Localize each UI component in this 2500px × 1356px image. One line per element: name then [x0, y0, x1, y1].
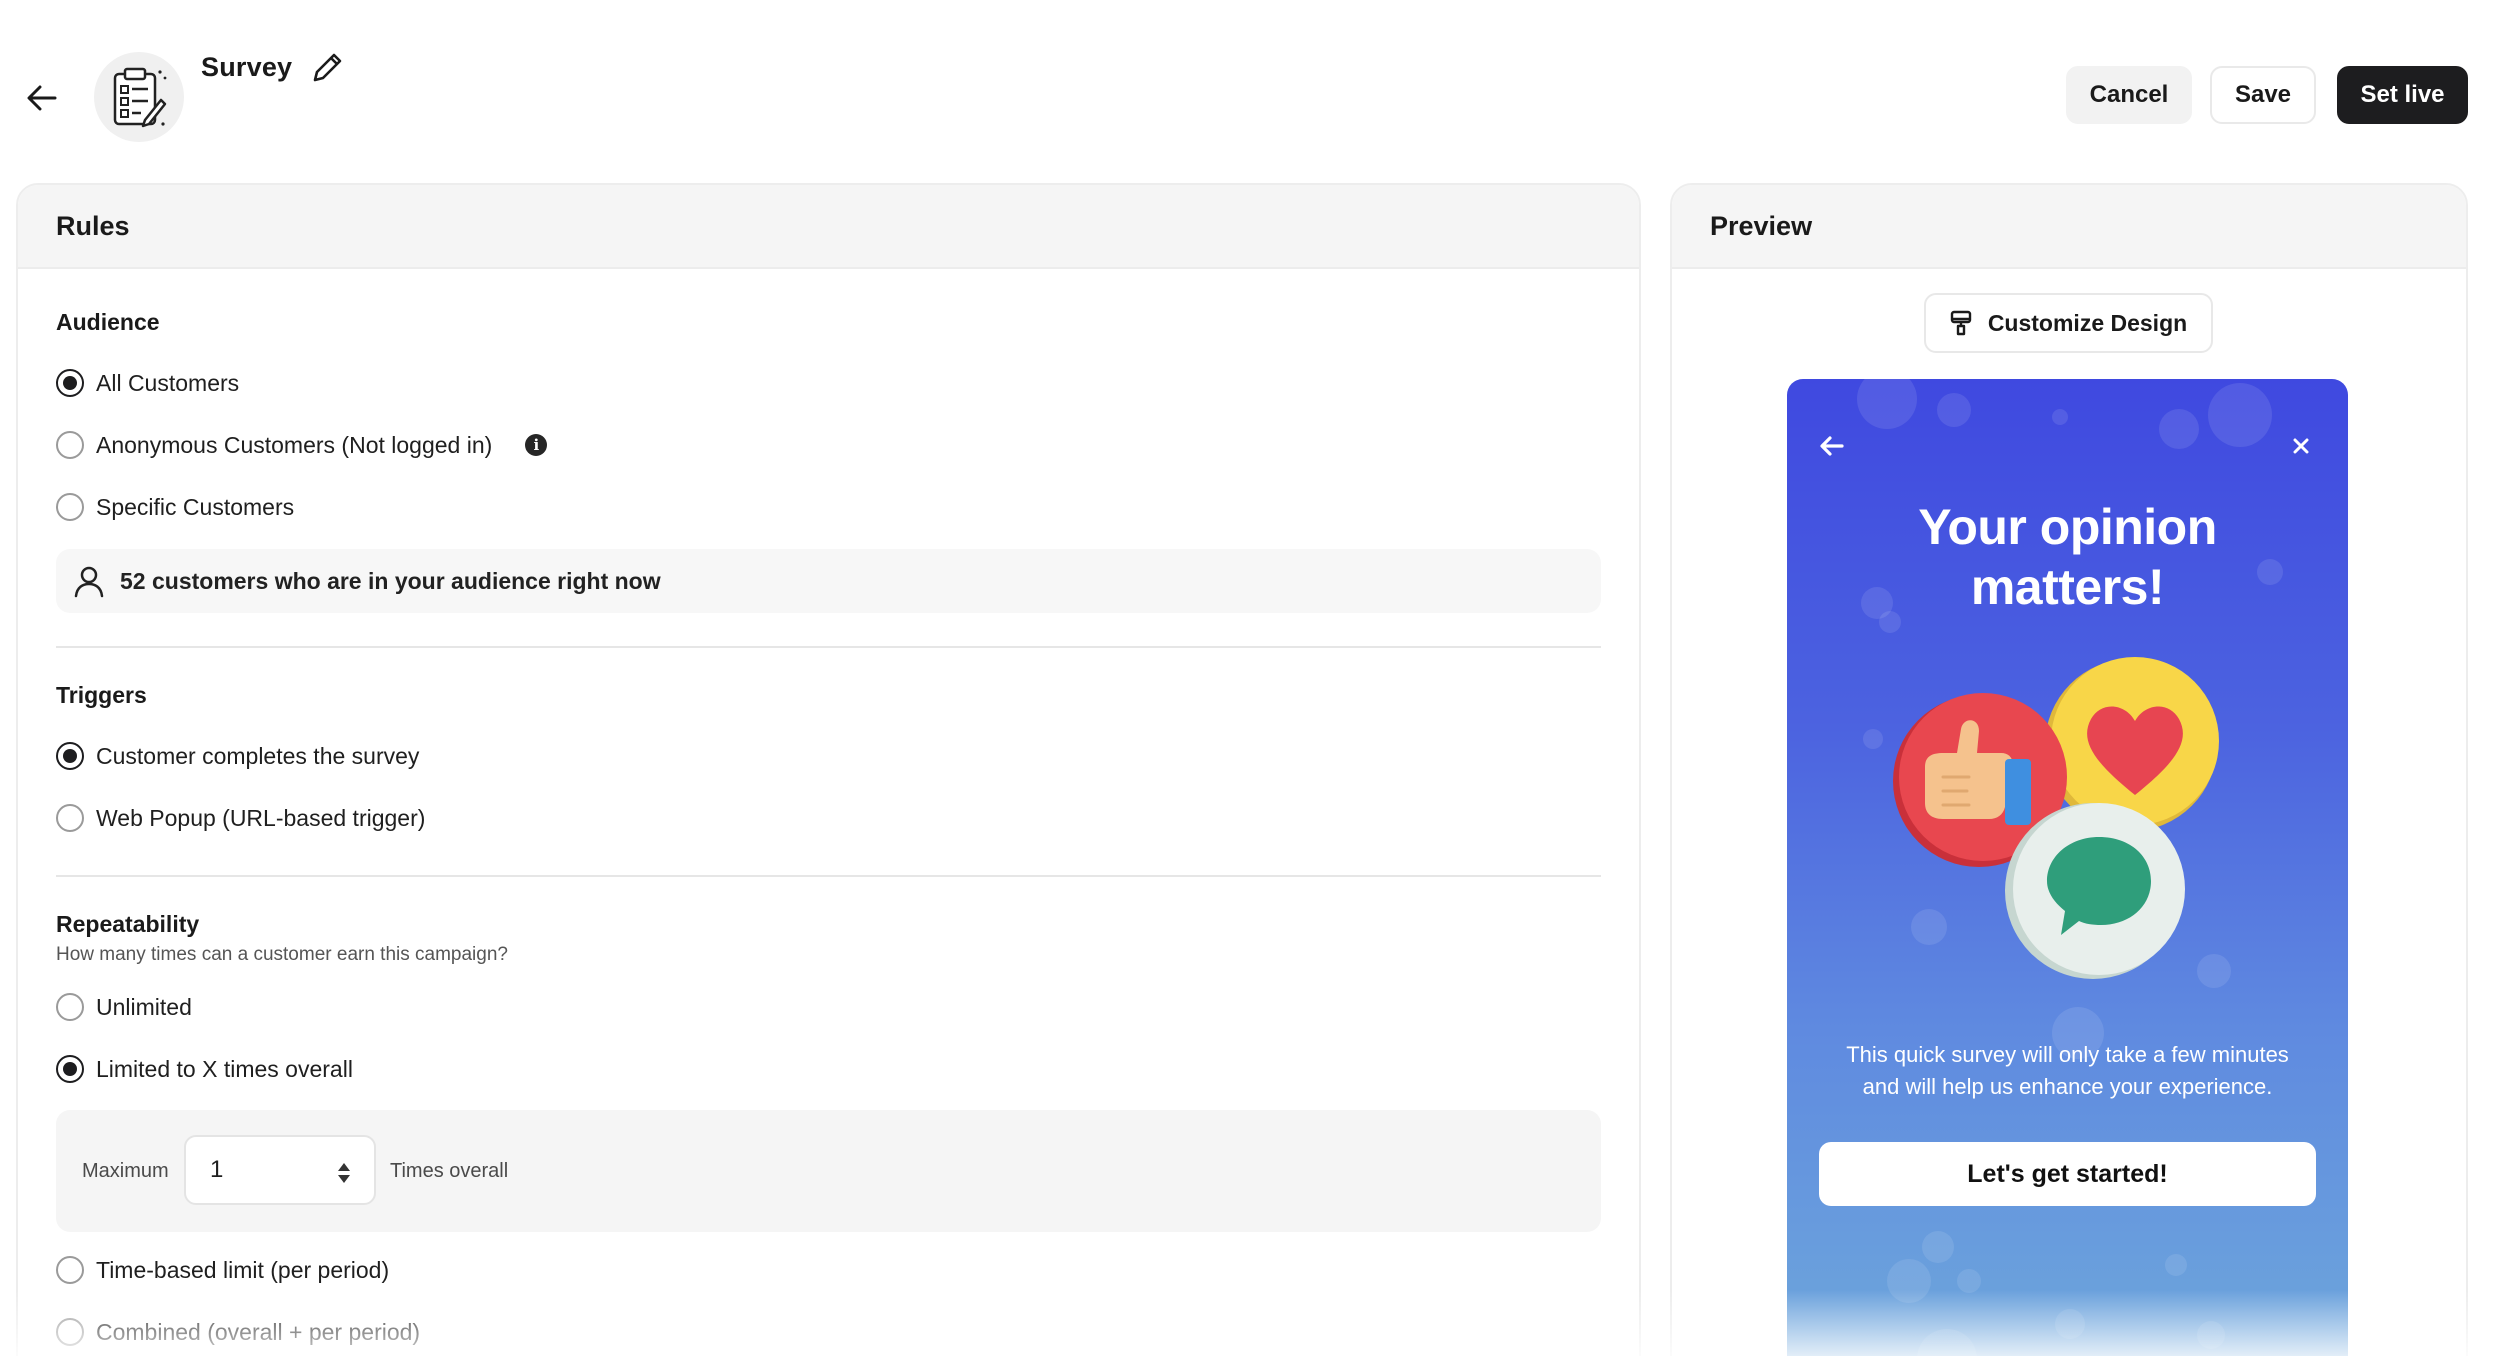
decor-bubble [2165, 1254, 2187, 1276]
decor-bubble [1937, 393, 1971, 427]
survey-preview-card: Your opinion matters! This quick survey … [1787, 379, 2348, 1356]
get-started-button[interactable]: Let's get started! [1819, 1142, 2316, 1206]
preview-panel-title: Preview [1672, 185, 2466, 269]
arrow-left-icon [27, 85, 57, 111]
stepper-icon[interactable] [336, 1161, 352, 1185]
maximum-settings: Maximum 1 Times overall [56, 1110, 1601, 1232]
preview-title-line: matters! [1970, 559, 2165, 615]
repeatability-title: Repeatability [56, 911, 200, 937]
maximum-value: 1 [210, 1156, 224, 1183]
radio-indicator [56, 493, 84, 521]
radio-all-customers[interactable]: All Customers [56, 366, 239, 400]
radio-label: Specific Customers [96, 493, 295, 520]
radio-indicator [56, 431, 84, 459]
customize-design-button[interactable]: Customize Design [1924, 293, 2213, 353]
cancel-button[interactable]: Cancel [2066, 66, 2192, 124]
save-button[interactable]: Save [2210, 66, 2316, 124]
preview-description: This quick survey will only take a few m… [1807, 1039, 2328, 1103]
radio-anonymous-customers[interactable]: Anonymous Customers (Not logged in) i [56, 428, 548, 462]
decor-bubble [1917, 1329, 1977, 1356]
edit-title-button[interactable] [307, 48, 347, 88]
top-bar: Survey Cancel Save Set live [0, 0, 2500, 180]
info-icon[interactable]: i [525, 434, 548, 456]
radio-indicator [56, 742, 84, 770]
radio-label: Time-based limit (per period) [96, 1256, 390, 1283]
close-icon [2293, 438, 2309, 454]
decor-bubble [2208, 383, 2272, 447]
maximum-input[interactable]: 1 [184, 1135, 376, 1205]
rules-panel-title: Rules [18, 185, 1639, 269]
decor-bubble [2052, 409, 2068, 425]
preview-close-button[interactable] [2287, 432, 2315, 460]
audience-count-text: 52 customers who are in your audience ri… [120, 567, 661, 594]
decor-bubble [1957, 1269, 1981, 1293]
radio-label: Unlimited [96, 993, 192, 1020]
radio-indicator [56, 1055, 84, 1083]
feedback-illustration [1893, 657, 2219, 979]
radio-unlimited[interactable]: Unlimited [56, 990, 192, 1024]
pencil-icon [313, 53, 342, 82]
decor-bubble [2159, 409, 2199, 449]
preview-back-button[interactable] [1817, 431, 1847, 461]
radio-specific-customers[interactable]: Specific Customers [56, 490, 294, 524]
repeatability-subtitle: How many times can a customer earn this … [56, 944, 508, 965]
divider [56, 875, 1601, 877]
customize-design-label: Customize Design [1987, 309, 2188, 336]
decor-bubble [2055, 1309, 2085, 1339]
back-button[interactable] [22, 78, 62, 118]
radio-label: Web Popup (URL-based trigger) [96, 804, 426, 831]
decor-bubble [1887, 1259, 1931, 1303]
radio-combined-limit[interactable]: Combined (overall + per period) [56, 1315, 420, 1349]
times-overall-label: Times overall [390, 1160, 509, 1182]
radio-indicator [56, 1256, 84, 1284]
rules-panel: Rules Audience All Customers Anonymous C… [16, 183, 1641, 1356]
audience-summary: 52 customers who are in your audience ri… [56, 549, 1601, 613]
paint-brush-icon [1950, 310, 1972, 336]
user-icon [74, 566, 104, 598]
radio-label: All Customers [96, 369, 240, 396]
decor-bubble [1922, 1231, 1954, 1263]
set-live-button[interactable]: Set live [2337, 66, 2468, 124]
triggers-title: Triggers [56, 682, 147, 708]
decor-bubble [1857, 379, 1917, 429]
divider [56, 646, 1601, 648]
preview-title-line: Your opinion [1918, 499, 2217, 555]
arrow-left-icon [1820, 436, 1844, 456]
radio-indicator [56, 804, 84, 832]
radio-time-based-limit[interactable]: Time-based limit (per period) [56, 1253, 389, 1287]
radio-indicator [56, 993, 84, 1021]
radio-label: Anonymous Customers (Not logged in) [96, 431, 493, 458]
decor-bubble [2197, 1321, 2225, 1349]
survey-avatar [94, 52, 184, 142]
radio-label: Combined (overall + per period) [96, 1318, 421, 1345]
radio-label: Customer completes the survey [96, 742, 420, 769]
radio-limited-overall[interactable]: Limited to X times overall [56, 1052, 353, 1086]
preview-description-line: and will help us enhance your experience… [1862, 1074, 2273, 1099]
radio-label: Limited to X times overall [96, 1055, 353, 1082]
clipboard-survey-icon [113, 67, 167, 128]
radio-indicator [56, 369, 84, 397]
audience-title: Audience [56, 309, 160, 335]
decor-bubble [1863, 729, 1883, 749]
maximum-label: Maximum [82, 1160, 169, 1182]
radio-customer-completes-survey[interactable]: Customer completes the survey [56, 739, 419, 773]
radio-web-popup[interactable]: Web Popup (URL-based trigger) [56, 801, 425, 835]
preview-description-line: This quick survey will only take a few m… [1846, 1042, 2289, 1067]
radio-indicator [56, 1318, 84, 1346]
page-title: Survey [201, 52, 293, 82]
preview-title: Your opinion matters! [1787, 497, 2348, 617]
